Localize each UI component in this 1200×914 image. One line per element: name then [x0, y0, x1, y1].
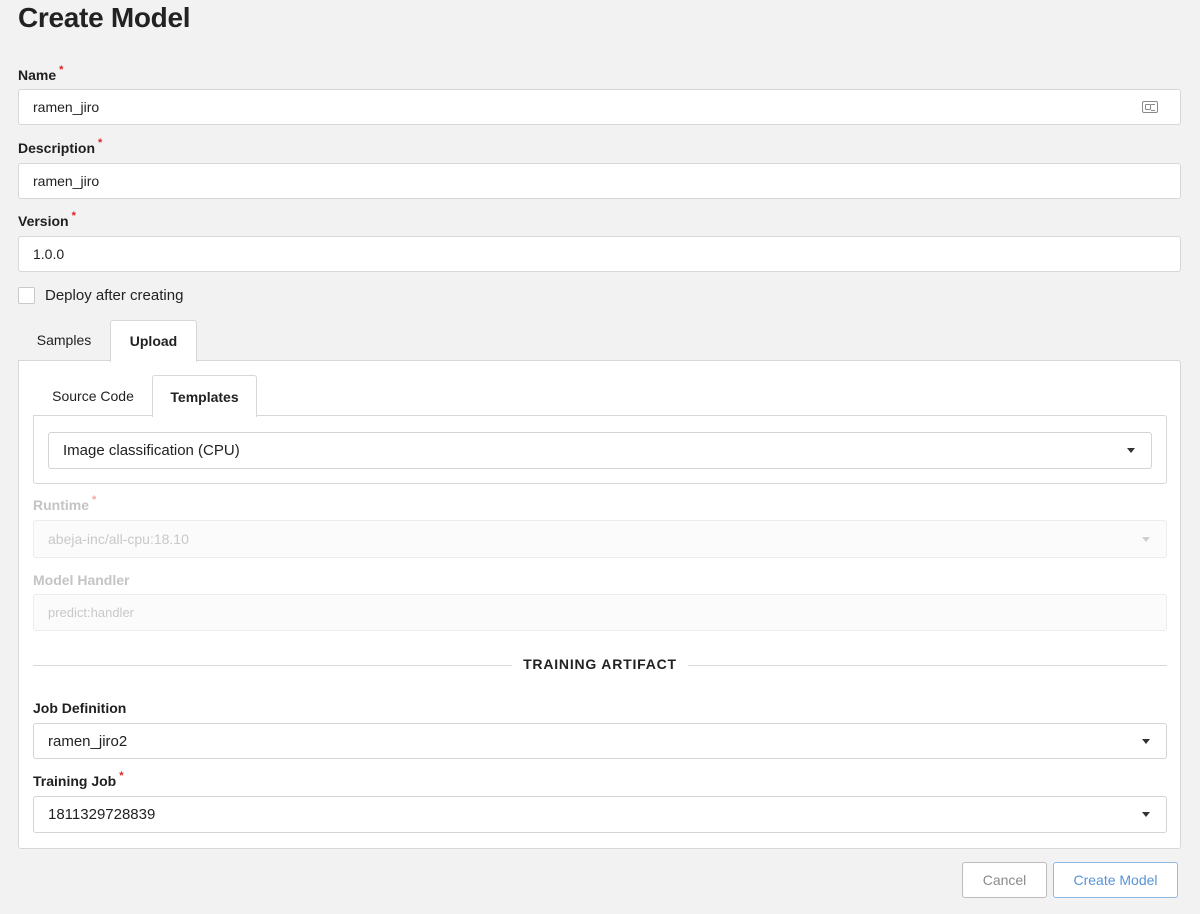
divider-right	[688, 665, 1167, 666]
deploy-checkbox-row[interactable]: Deploy after creating	[18, 287, 183, 304]
divider-left	[33, 665, 512, 666]
job-definition-select[interactable]: ramen_jiro2	[33, 723, 1167, 759]
description-label: Description *	[18, 137, 103, 156]
required-mark: *	[92, 494, 97, 506]
tab-upload[interactable]: Upload	[110, 320, 197, 362]
required-mark: *	[59, 64, 64, 76]
tab-source-code[interactable]: Source Code	[33, 376, 153, 416]
version-field[interactable]: 1.0.0	[18, 236, 1181, 272]
description-field[interactable]: ramen_jiro	[18, 163, 1181, 199]
tab-samples[interactable]: Samples	[18, 320, 110, 361]
name-value: ramen_jiro	[33, 99, 100, 115]
template-select-value: Image classification (CPU)	[63, 442, 240, 459]
training-job-label-text: Training Job	[33, 773, 117, 789]
version-label: Version *	[18, 210, 76, 229]
required-mark: *	[98, 137, 103, 149]
name-label-text: Name	[18, 67, 57, 83]
name-field[interactable]: ramen_jiro	[18, 89, 1181, 125]
description-label-text: Description	[18, 140, 96, 156]
contact-card-icon[interactable]	[1142, 101, 1158, 113]
required-mark: *	[71, 210, 76, 222]
description-value: ramen_jiro	[33, 173, 100, 189]
chevron-down-icon	[1142, 536, 1150, 542]
version-value: 1.0.0	[33, 246, 65, 262]
create-model-button[interactable]: Create Model	[1053, 862, 1178, 898]
job-definition-value: ramen_jiro2	[48, 732, 128, 750]
runtime-value: abeja-inc/all-cpu:18.10	[48, 531, 189, 547]
chevron-down-icon	[1142, 812, 1150, 817]
chevron-down-icon	[1142, 738, 1150, 744]
runtime-label-text: Runtime	[33, 497, 89, 513]
template-select[interactable]: Image classification (CPU)	[48, 432, 1152, 469]
runtime-label: Runtime *	[33, 494, 97, 513]
required-mark: *	[119, 770, 124, 782]
training-job-value: 1811329728839	[48, 806, 156, 823]
job-definition-label: Job Definition	[33, 700, 127, 716]
model-handler-value: predict:handler	[48, 605, 134, 620]
tab-templates[interactable]: Templates	[152, 375, 257, 417]
name-label: Name *	[18, 64, 64, 83]
deploy-label: Deploy after creating	[45, 287, 184, 304]
page-title: Create Model	[18, 2, 191, 33]
version-label-text: Version	[18, 213, 69, 229]
deploy-checkbox[interactable]	[18, 287, 35, 304]
training-job-label: Training Job *	[33, 770, 124, 789]
cancel-button[interactable]: Cancel	[962, 862, 1047, 898]
model-handler-field: predict:handler	[33, 594, 1167, 631]
chevron-down-icon	[1127, 448, 1135, 453]
training-artifact-heading: TRAINING ARTIFACT	[523, 656, 677, 672]
runtime-select: abeja-inc/all-cpu:18.10	[33, 520, 1167, 558]
model-handler-label: Model Handler	[33, 572, 130, 588]
training-job-select[interactable]: 1811329728839	[33, 796, 1167, 833]
